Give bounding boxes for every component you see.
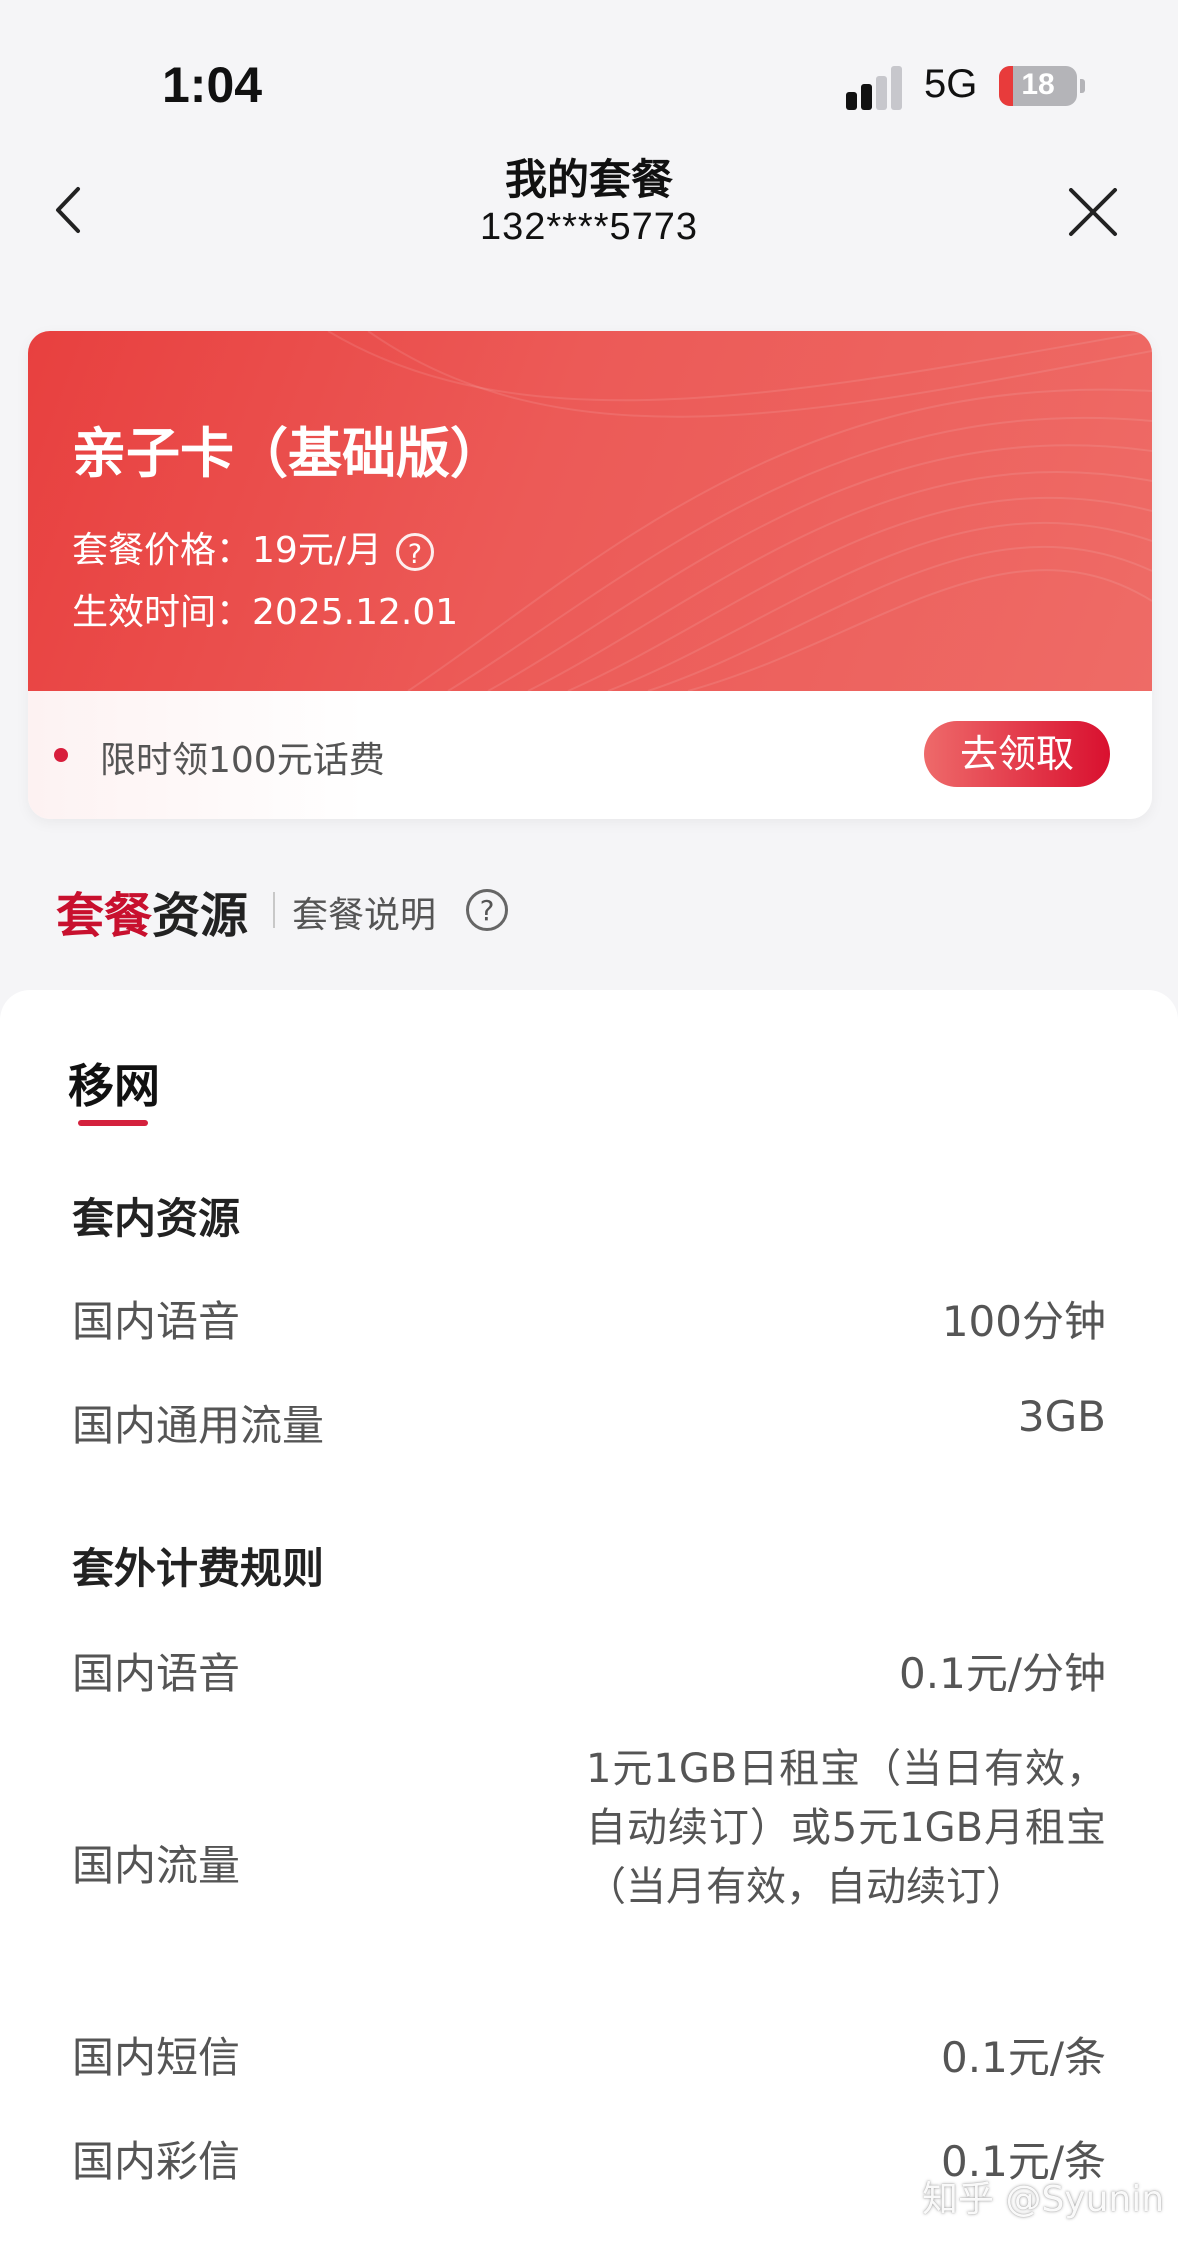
promo-dot-icon [54,748,68,762]
price-help-icon[interactable]: ? [395,533,434,571]
plan-description-link[interactable]: 套餐说明 [292,886,436,938]
wave-decoration [327,331,1152,691]
page-title: 我的套餐 [504,155,673,204]
included-row-label: 国内通用流量 [72,1401,325,1450]
watermark: 知乎 @Syunin [922,2179,1165,2220]
overage-row-label: 国内短信 [72,2033,241,2082]
overage-row-value: 0.1元/条 [941,2033,1106,2082]
plan-description-help-icon[interactable]: ? [466,889,508,931]
overage-row-label: 国内语音 [72,1649,241,1698]
signal-icon [846,66,904,110]
battery-tip [1080,79,1085,93]
section-title-part1: 套餐 [56,888,153,944]
price-value: 19元/月 [252,530,382,571]
plan-card-header: 亲子卡（基础版） 套餐价格：19元/月? 生效时间：2025.12.01 [28,331,1152,691]
claim-button[interactable]: 去领取 [924,721,1110,787]
close-icon [1069,188,1117,236]
tab-mobile-network[interactable]: 移网 [68,1050,160,1116]
plan-card: 亲子卡（基础版） 套餐价格：19元/月? 生效时间：2025.12.01 限时领… [28,331,1152,819]
promo-bar: 限时领100元话费 去领取 [28,691,1152,819]
overage-row-label: 国内彩信 [72,2137,241,2186]
close-button[interactable] [1065,188,1121,238]
plan-price: 套餐价格：19元/月? [72,521,434,573]
status-time: 1:04 [162,57,263,113]
included-row-value: 3GB [1017,1392,1106,1441]
overage-row-label: 国内流量 [72,1841,241,1890]
included-row-label: 国内语音 [72,1297,241,1346]
tab-active-indicator [78,1120,148,1126]
battery-icon: 18 [999,66,1077,106]
overage-row-value: 0.1元/分钟 [899,1649,1106,1698]
battery-level: 18 [1021,68,1055,101]
date-label: 生效时间： [72,592,253,633]
plan-effective-date: 生效时间：2025.12.01 [72,583,458,635]
section-title: 套餐资源 [56,876,248,946]
date-value: 2025.12.01 [252,592,459,633]
section-title-part2: 资源 [152,888,249,944]
included-heading: 套内资源 [72,1194,241,1243]
price-label: 套餐价格： [72,530,253,571]
overage-heading: 套外计费规则 [72,1544,325,1593]
plan-name: 亲子卡（基础版） [72,422,504,485]
overage-row-value: 1元1GB日租宝（当日有效，自动续订）或5元1GB月租宝（当月有效，自动续订） [586,1746,1106,1910]
phone-number: 132****5773 [479,206,699,248]
section-divider [273,892,275,928]
network-type: 5G [924,62,978,106]
promo-text: 限时领100元话费 [100,740,385,781]
included-row-value: 100分钟 [941,1297,1106,1346]
